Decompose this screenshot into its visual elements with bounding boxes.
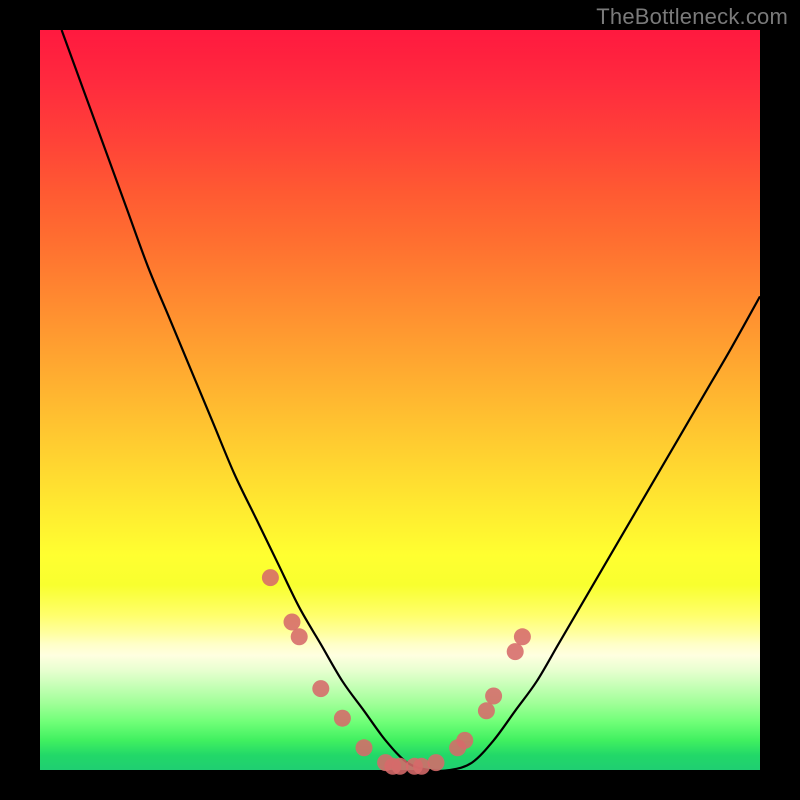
plot-area xyxy=(40,30,760,770)
marker-dot xyxy=(312,680,329,697)
chart-svg xyxy=(40,30,760,770)
marker-dot xyxy=(334,710,351,727)
watermark-text: TheBottleneck.com xyxy=(596,4,788,30)
marker-dot xyxy=(284,614,301,631)
marker-dot xyxy=(356,739,373,756)
marker-dot xyxy=(456,732,473,749)
marker-dot xyxy=(413,758,430,775)
marker-dot xyxy=(485,688,502,705)
marker-dot xyxy=(262,569,279,586)
bottleneck-curve xyxy=(62,30,760,771)
marker-dot xyxy=(507,643,524,660)
marker-dot xyxy=(291,628,308,645)
marker-dot xyxy=(478,702,495,719)
marker-dot xyxy=(428,754,445,771)
marker-dot xyxy=(514,628,531,645)
